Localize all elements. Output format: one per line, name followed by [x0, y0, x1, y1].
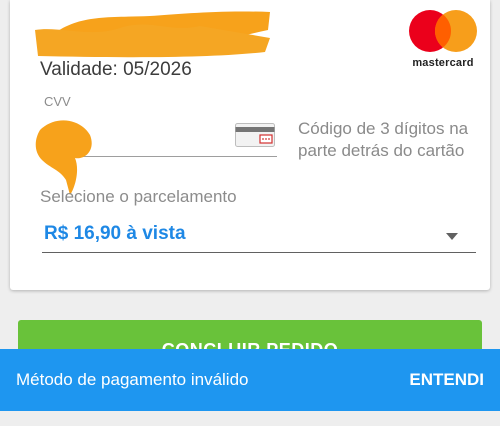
redaction-scribble — [35, 11, 270, 58]
mastercard-circles-icon — [409, 10, 477, 52]
cvv-card-icon — [235, 123, 275, 147]
installments-selected-value: R$ 16,90 à vista — [44, 223, 186, 244]
snackbar-action-button[interactable]: ENTENDI — [409, 370, 484, 390]
error-snackbar: Método de pagamento inválido ENTENDI — [0, 349, 500, 411]
cvv-label: CVV — [44, 94, 71, 109]
dropdown-arrow-icon — [446, 233, 458, 240]
mastercard-logo: mastercard — [398, 9, 488, 73]
snackbar-message: Método de pagamento inválido — [16, 370, 249, 389]
installments-label: Selecione o parcelamento — [40, 187, 237, 206]
masked-card-number: **** — [30, 8, 275, 58]
bottom-background — [0, 411, 500, 426]
installments-select[interactable]: R$ 16,90 à vista — [42, 220, 476, 253]
cvv-hint: Código de 3 dígitos na parte detrás do c… — [298, 119, 469, 160]
payment-card-panel: **** Validade: 05/2026 mastercard CVV Có… — [10, 0, 490, 290]
card-validity: Validade: 05/2026 — [40, 59, 192, 80]
mastercard-wordmark: mastercard — [412, 57, 474, 69]
